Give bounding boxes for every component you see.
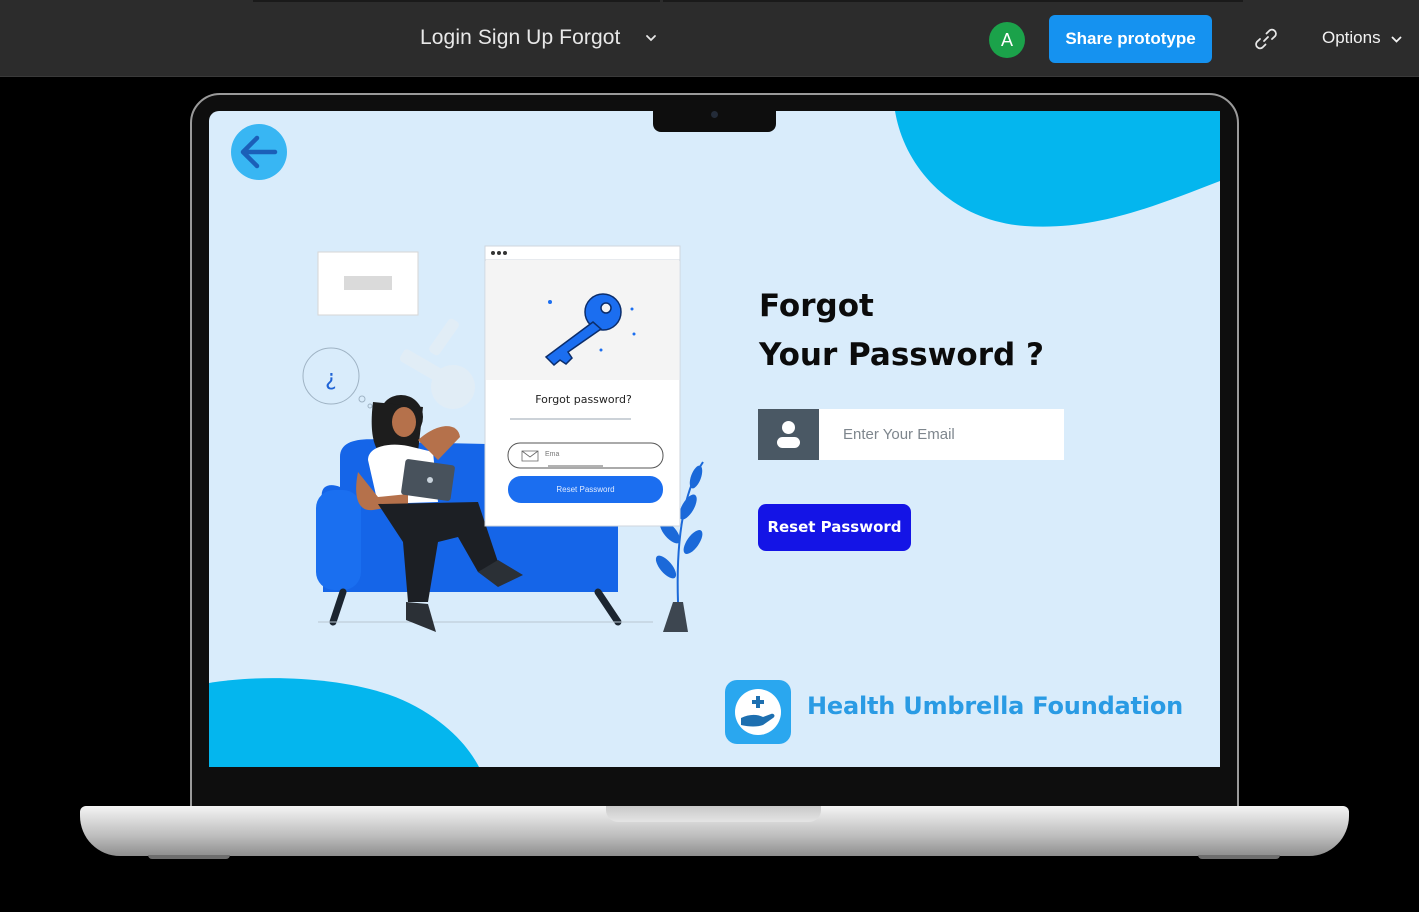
illustration-card-title: Forgot password? bbox=[535, 393, 632, 406]
toolbar-divider bbox=[253, 0, 660, 2]
svg-text:¿: ¿ bbox=[325, 366, 337, 391]
brand-name: Health Umbrella Foundation bbox=[807, 692, 1184, 720]
arrow-left-icon bbox=[240, 135, 278, 169]
decorative-blob-bottom-left bbox=[209, 678, 479, 767]
prototype-title[interactable]: Login Sign Up Forgot bbox=[420, 26, 620, 50]
user-icon bbox=[777, 421, 800, 448]
reset-password-button[interactable]: Reset Password bbox=[758, 504, 911, 551]
laptop-foot bbox=[148, 855, 230, 859]
page-title-line-1: Forgot bbox=[759, 288, 874, 324]
illustration-card-reset: Reset Password bbox=[556, 485, 615, 494]
options-menu[interactable]: Options bbox=[1322, 28, 1381, 48]
camera-dot bbox=[711, 111, 718, 118]
email-input[interactable] bbox=[820, 409, 1064, 460]
page-title-line-2: Your Password ? bbox=[759, 337, 1044, 373]
chevron-down-icon[interactable] bbox=[1390, 33, 1403, 46]
laptop-foot bbox=[1198, 855, 1280, 859]
forgot-password-illustration: ¿ bbox=[302, 245, 704, 632]
link-icon[interactable] bbox=[1253, 26, 1279, 52]
back-button[interactable] bbox=[231, 124, 287, 180]
toolbar-divider bbox=[663, 0, 1243, 2]
decorative-blob-top-right bbox=[895, 111, 1220, 227]
laptop-opening-groove bbox=[606, 806, 821, 822]
user-avatar[interactable]: A bbox=[989, 22, 1025, 58]
email-field-group bbox=[758, 409, 1064, 460]
prototype-toolbar: Login Sign Up Forgot A Share prototype O… bbox=[0, 0, 1419, 77]
chevron-down-icon[interactable] bbox=[644, 31, 658, 45]
brand-logo bbox=[725, 680, 791, 744]
share-prototype-button[interactable]: Share prototype bbox=[1049, 15, 1212, 63]
hand-plus-icon bbox=[735, 689, 781, 735]
illustration-card-email: Ema bbox=[545, 451, 560, 458]
user-icon-box bbox=[758, 409, 819, 460]
